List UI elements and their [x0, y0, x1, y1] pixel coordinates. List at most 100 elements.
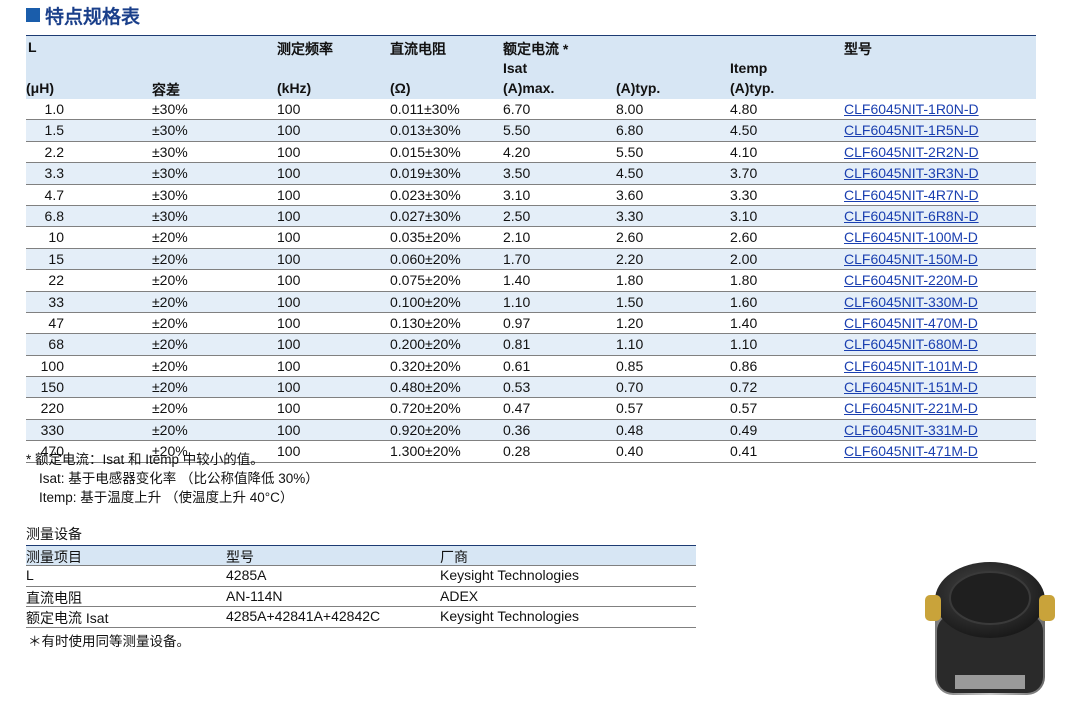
tolerance-cell: ±30%	[152, 186, 188, 203]
itemp-typ-cell: 1.60	[730, 293, 758, 310]
itemp-typ-cell: 2.60	[730, 229, 758, 246]
spec-row: 100 ±20% 100 0.320±20% 0.61 0.85 0.86 CLF6045NI…	[26, 356, 1036, 378]
isat-typ-cell: 2.20	[616, 250, 644, 267]
tolerance-cell: ±30%	[152, 122, 188, 139]
isat-typ-cell: 5.50	[616, 143, 644, 160]
header-dcr-unit: (Ω)	[390, 80, 411, 96]
isat-max-cell: 1.40	[503, 272, 531, 289]
isat-max-cell: 0.36	[503, 421, 531, 438]
dcr-cell: 0.023±30%	[390, 186, 461, 203]
part-number-link[interactable]: CLF6045NIT-1R0N-D	[844, 101, 979, 117]
isat-typ-cell: 0.85	[616, 357, 644, 374]
itemp-typ-cell: 4.10	[730, 143, 758, 160]
isat-typ-cell: 8.00	[616, 101, 644, 117]
dcr-cell: 0.920±20%	[390, 421, 461, 438]
frequency-cell: 100	[277, 400, 301, 417]
spec-table-body: 1.0 ±30% 100 0.011±30% 6.70 8.00 4.80 CLF6045NI…	[26, 99, 1036, 463]
equipment-maker: Keysight Technologies	[440, 567, 580, 583]
inductance-cell: 1.0	[44, 101, 64, 117]
spec-row: 3.3 ±30% 100 0.019±30% 3.50 4.50 3.70 CLF6045NI…	[26, 163, 1036, 185]
isat-typ-cell: 3.60	[616, 186, 644, 203]
dcr-cell: 0.130±20%	[390, 314, 461, 331]
itemp-typ-cell: 3.10	[730, 207, 758, 224]
tolerance-cell: ±20%	[152, 357, 188, 374]
part-number-link[interactable]: CLF6045NIT-471M-D	[844, 443, 978, 459]
equipment-model: AN-114N	[226, 587, 283, 604]
itemp-typ-cell: 3.70	[730, 165, 758, 182]
inductance-cell: 1.5	[44, 122, 64, 139]
part-number-link[interactable]: CLF6045NIT-1R5N-D	[844, 122, 979, 138]
frequency-cell: 100	[277, 293, 301, 310]
tolerance-cell: ±20%	[152, 400, 188, 417]
header-part: 型号	[844, 41, 872, 57]
isat-max-cell: 0.53	[503, 379, 531, 396]
dcr-cell: 0.015±30%	[390, 143, 461, 160]
dcr-cell: 0.200±20%	[390, 336, 461, 353]
isat-max-cell: 1.70	[503, 250, 531, 267]
tolerance-cell: ±30%	[152, 165, 188, 182]
part-number-link[interactable]: CLF6045NIT-150M-D	[844, 251, 978, 267]
part-number-link[interactable]: CLF6045NIT-2R2N-D	[844, 144, 979, 160]
part-number-link[interactable]: CLF6045NIT-3R3N-D	[844, 165, 979, 181]
isat-typ-cell: 2.60	[616, 229, 644, 246]
spec-row: 4.7 ±30% 100 0.023±30% 3.10 3.60 3.30 CLF6045NI…	[26, 185, 1036, 206]
frequency-cell: 100	[277, 336, 301, 353]
note-line: Isat: 基于电感器变化率 （比公称值降低 30%）	[39, 471, 319, 486]
frequency-cell: 100	[277, 250, 301, 267]
isat-max-cell: 3.10	[503, 186, 531, 203]
part-number-link[interactable]: CLF6045NIT-101M-D	[844, 358, 978, 374]
itemp-typ-cell: 1.10	[730, 336, 758, 353]
itemp-typ-cell: 2.00	[730, 250, 758, 267]
dcr-cell: 0.720±20%	[390, 400, 461, 417]
itemp-typ-cell: 0.86	[730, 357, 758, 374]
part-number-link[interactable]: CLF6045NIT-4R7N-D	[844, 187, 979, 203]
equipment-item: L	[26, 567, 34, 583]
header-itemp-typ: (A)typ.	[730, 80, 775, 96]
tolerance-cell: ±20%	[152, 314, 188, 331]
inductance-cell: 68	[48, 336, 64, 353]
frequency-cell: 100	[277, 122, 301, 139]
tolerance-cell: ±30%	[152, 143, 188, 160]
frequency-cell: 100	[277, 165, 301, 182]
inductance-cell: 47	[48, 314, 64, 331]
dcr-cell: 1.300±20%	[390, 443, 461, 460]
inductor-product-image	[925, 562, 1055, 695]
inductance-cell: 100	[40, 357, 64, 374]
dcr-cell: 0.060±20%	[390, 250, 461, 267]
part-number-link[interactable]: CLF6045NIT-680M-D	[844, 336, 978, 352]
itemp-typ-cell: 0.72	[730, 379, 758, 396]
equipment-title: 测量设备	[26, 526, 82, 542]
page-title: 特点规格表	[26, 2, 140, 28]
header-freq: 测定频率	[277, 41, 333, 57]
spec-row: 220 ±20% 100 0.720±20% 0.47 0.57 0.57 CLF6045NI…	[26, 398, 1036, 420]
spec-row: 1.0 ±30% 100 0.011±30% 6.70 8.00 4.80 CLF6045NI…	[26, 99, 1036, 121]
isat-typ-cell: 1.50	[616, 293, 644, 310]
frequency-cell: 100	[277, 357, 301, 374]
itemp-typ-cell: 1.80	[730, 272, 758, 289]
dcr-cell: 0.035±20%	[390, 229, 461, 246]
dcr-cell: 0.100±20%	[390, 293, 461, 310]
part-number-link[interactable]: CLF6045NIT-221M-D	[844, 400, 978, 416]
frequency-cell: 100	[277, 207, 301, 224]
part-number-link[interactable]: CLF6045NIT-470M-D	[844, 315, 978, 331]
part-number-link[interactable]: CLF6045NIT-6R8N-D	[844, 208, 979, 224]
isat-max-cell: 6.70	[503, 101, 531, 117]
equipment-row: 额定电流 Isat 4285A+42841A+42842C Keysight T…	[26, 607, 696, 628]
equipment-table: 测量项目 型号 厂商 L 4285A Keysight Technologies…	[26, 545, 696, 628]
spec-table: L (μH) 容差 测定频率 (kHz) 直流电阻 (Ω) 额定电流 * Isa…	[26, 35, 1036, 463]
equipment-header-model: 型号	[226, 549, 254, 565]
part-number-link[interactable]: CLF6045NIT-220M-D	[844, 272, 978, 288]
equipment-model: 4285A+42841A+42842C	[226, 608, 381, 624]
tolerance-cell: ±20%	[152, 421, 188, 438]
part-number-link[interactable]: CLF6045NIT-100M-D	[844, 229, 978, 245]
part-number-link[interactable]: CLF6045NIT-331M-D	[844, 422, 978, 438]
itemp-typ-cell: 0.41	[730, 443, 758, 460]
dcr-cell: 0.320±20%	[390, 357, 461, 374]
part-number-link[interactable]: CLF6045NIT-330M-D	[844, 294, 978, 310]
part-number-link[interactable]: CLF6045NIT-151M-D	[844, 379, 978, 395]
title-square-icon	[26, 8, 40, 22]
isat-typ-cell: 1.10	[616, 336, 644, 353]
inductance-cell: 220	[40, 400, 64, 417]
isat-typ-cell: 4.50	[616, 165, 644, 182]
itemp-typ-cell: 0.57	[730, 400, 758, 417]
